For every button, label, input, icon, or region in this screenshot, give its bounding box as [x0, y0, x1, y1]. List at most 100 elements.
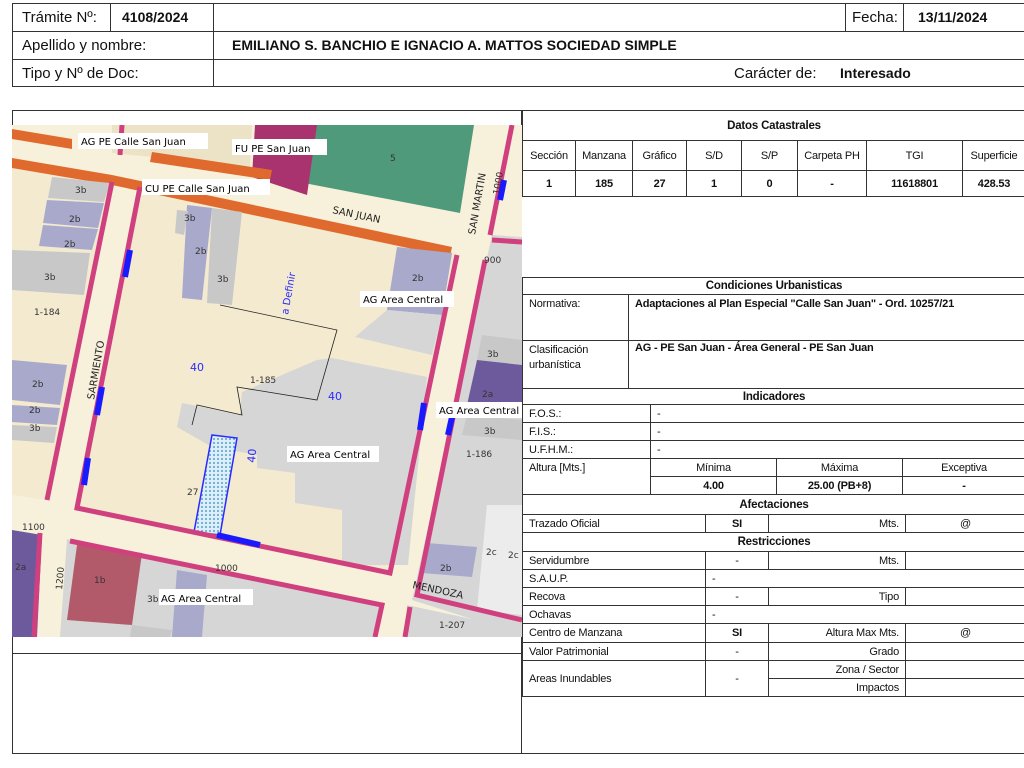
grado-label: Grado — [768, 642, 906, 661]
recova-tipo-label: Tipo — [768, 587, 906, 606]
zone-label: 2b — [64, 240, 76, 250]
map-label-ag-area-central: AG Area Central — [161, 594, 241, 605]
zone-label: 2a — [15, 563, 26, 573]
zona-sector-label: Zona / Sector — [768, 660, 906, 679]
normativa-label: Normativa: — [522, 294, 629, 341]
zona-sector-value — [905, 660, 1024, 679]
normativa-value: Adaptaciones al Plan Especial "Calle San… — [628, 294, 1024, 341]
door-number: 1100 — [22, 523, 45, 533]
clasificacion-value: AG - PE San Juan - Área General - PE San… — [628, 340, 1024, 389]
valor-patrimonial-value: - — [705, 642, 769, 661]
centro-manzana-value: SI — [705, 623, 769, 643]
zone-label: 3b — [484, 427, 496, 437]
caracter-value: Interesado — [840, 65, 911, 81]
col-header-sd: S/D — [686, 140, 742, 171]
indicadores-table: Indicadores F.O.S.: - F.I.S.: - U.F.H.M.: -… — [521, 388, 1024, 495]
cadastral-map[interactable]: AG PE Calle San Juan FU PE San Juan CU P… — [12, 125, 522, 637]
condiciones-title: Condiciones Urbanisticas — [522, 277, 1024, 295]
col-header-tgi: TGI — [866, 140, 963, 171]
col-header-grafico: Gráfico — [632, 140, 687, 171]
grado-value — [905, 642, 1024, 661]
datos-catastrales-title: Datos Catastrales — [521, 110, 1024, 141]
impactos-value — [905, 678, 1024, 697]
zone-label: 2a — [482, 390, 493, 400]
sd-value: 1 — [686, 170, 742, 197]
areas-inundables-label: Areas Inundables — [522, 660, 706, 697]
servidumbre-label: Servidumbre — [522, 551, 706, 570]
map-label-cu-pe-calle-san-juan: CU PE Calle San Juan — [145, 184, 250, 195]
zone-label: 3b — [217, 275, 229, 285]
restricciones-title: Restricciones — [522, 532, 1024, 552]
recova-tipo-value — [905, 587, 1024, 606]
block-id: 1-185 — [250, 376, 276, 386]
maxima-value: 25.00 (PB+8) — [776, 476, 903, 495]
servidumbre-value: - — [705, 551, 769, 570]
zone-label: 2b — [69, 215, 81, 225]
condiciones-table: Condiciones Urbanisticas Normativa: Adap… — [522, 277, 1024, 389]
minima-value: 4.00 — [650, 476, 777, 495]
width-number: 40 — [328, 390, 342, 403]
altura-max-label: Altura Max Mts. — [768, 623, 906, 643]
col-header-seccion: Sección — [522, 140, 576, 171]
col-header-superficie: Superficie — [961, 140, 1024, 171]
sp-value: 0 — [741, 170, 798, 197]
exceptiva-value: - — [901, 476, 1024, 495]
fis-label: F.I.S.: — [522, 422, 651, 441]
apellido-label: Apellido y nombre: — [22, 36, 147, 54]
carpeta-ph-value: - — [797, 170, 867, 197]
col-header-manzana: Manzana — [575, 140, 633, 171]
map-label-ag-area-central: AG Area Central — [363, 295, 443, 306]
zone-label: 2b — [195, 247, 207, 257]
tipo-doc-label: Tipo y Nº de Doc: — [22, 64, 139, 82]
altura-max-value: @ — [905, 623, 1024, 643]
maxima-label: Máxima — [776, 458, 903, 477]
door-number: 900 — [484, 256, 501, 266]
width-number: 40 — [245, 448, 259, 463]
ufhm-label: U.F.H.M.: — [522, 440, 651, 459]
exceptiva-label: Exceptiva — [901, 458, 1024, 477]
door-number: 1000 — [215, 564, 238, 574]
map-label-ag-pe-calle-san-juan: AG PE Calle San Juan — [81, 137, 186, 148]
areas-inundables-value: - — [705, 660, 769, 697]
zone-label: 2b — [32, 380, 44, 390]
fecha-label: Fecha: — [852, 8, 898, 26]
zone-label: 2b — [440, 564, 452, 574]
trazado-mts-label: Mts. — [768, 514, 906, 533]
parcel-number: 27 — [187, 488, 198, 498]
clasificacion-label: Clasificación urbanística — [522, 340, 629, 389]
seccion-value: 1 — [522, 170, 576, 197]
zone-label: 2b — [412, 274, 424, 284]
zone-label: 1b — [94, 576, 106, 586]
altura-label: Altura [Mts.] — [522, 458, 651, 495]
fos-label: F.O.S.: — [522, 404, 651, 423]
servidumbre-mts-value — [905, 551, 1024, 570]
block-id: 1-207 — [439, 621, 465, 631]
fis-value: - — [649, 422, 1024, 441]
tgi-value: 11618801 — [866, 170, 963, 197]
block-id: 1-186 — [466, 450, 492, 460]
zone-label: 2c — [486, 548, 497, 558]
recova-value: - — [705, 587, 769, 606]
col-header-carpeta-ph: Carpeta PH — [797, 140, 867, 171]
manzana-value: 185 — [575, 170, 633, 197]
superficie-value: 428.53 — [961, 170, 1024, 197]
recova-label: Recova — [522, 587, 706, 606]
grafico-value: 27 — [632, 170, 687, 197]
impactos-label: Impactos — [768, 678, 906, 697]
apellido-value: EMILIANO S. BANCHIO E IGNACIO A. MATTOS … — [232, 37, 677, 53]
fecha-value: 13/11/2024 — [918, 9, 988, 25]
zone-label: 3b — [29, 424, 41, 434]
afectaciones-restricciones-table: Afectaciones Trazado Oficial SI Mts. @ R… — [522, 494, 1024, 697]
indicadores-title: Indicadores — [521, 388, 1024, 405]
zone-label: 3b — [487, 350, 499, 360]
zone-label: 2c — [508, 551, 519, 561]
saup-label: S.A.U.P. — [522, 569, 706, 588]
servidumbre-mts-label: Mts. — [768, 551, 906, 570]
map-label-ag-area-central: AG Area Central — [290, 450, 370, 461]
trazado-label: Trazado Oficial — [522, 514, 706, 533]
width-number: 40 — [190, 361, 204, 374]
ufhm-value: - — [649, 440, 1024, 459]
block-id: 1-184 — [34, 308, 60, 318]
minima-label: Mínima — [650, 458, 777, 477]
zone-label: 3b — [184, 214, 196, 224]
